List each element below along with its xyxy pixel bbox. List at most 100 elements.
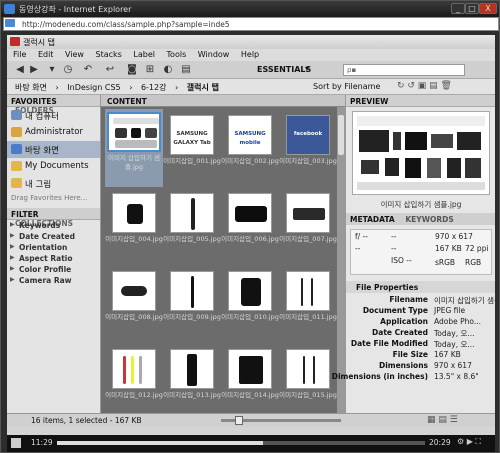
favorite-item[interactable]: Administrator	[7, 124, 100, 141]
filter-item[interactable]: Camera Raw	[7, 275, 100, 286]
preview-caption: 이미지 삽입하기 샘플.jpg	[380, 200, 462, 209]
content-scrollbar[interactable]	[337, 107, 345, 413]
thumbnail-image[interactable]: SAMSUNG GALAXY Tab	[170, 115, 214, 155]
menu-label[interactable]: Label	[133, 50, 155, 59]
open-camera-raw-icon[interactable]: ◐	[161, 64, 175, 76]
thumbnail-image[interactable]	[286, 193, 330, 233]
property-row: Date File Modified Today, 오...	[346, 339, 495, 349]
thumbnail-item[interactable]: 이미지삽입_009.jpg	[163, 265, 221, 343]
menu-stacks[interactable]: Stacks	[96, 50, 122, 59]
menu-view[interactable]: View	[65, 50, 84, 59]
thumbnail-image[interactable]	[228, 271, 272, 311]
thumbnail-image[interactable]	[170, 271, 214, 311]
thumbnail-item[interactable]: 이미지삽입_012.jpg	[105, 343, 163, 421]
maximize-button[interactable]: □	[465, 3, 479, 14]
thumbnail-image[interactable]	[286, 271, 330, 311]
filter-item[interactable]: Aspect Ratio	[7, 253, 100, 264]
thumbnail-image[interactable]	[228, 193, 272, 233]
menu-window[interactable]: Window	[198, 50, 230, 59]
breadcrumb-indesign[interactable]: InDesign CS5	[67, 83, 120, 92]
thumbnail-item[interactable]: 이미지삽입_011.jpg	[279, 265, 337, 343]
menu-edit[interactable]: Edit	[38, 50, 54, 59]
menu-file[interactable]: File	[13, 50, 26, 59]
thumbnail-image[interactable]	[107, 112, 161, 152]
rotate-left-icon[interactable]: ↶	[81, 64, 95, 76]
close-button[interactable]: X	[479, 3, 497, 14]
camera-icon[interactable]: ◙	[125, 64, 139, 76]
seek-bar-progress	[57, 441, 264, 445]
breadcrumb-lesson[interactable]: 6-12강	[141, 83, 167, 92]
favorite-item[interactable]: 내 컴퓨터	[7, 107, 100, 124]
scrollbar-thumb[interactable]	[338, 115, 344, 155]
stop-icon[interactable]	[11, 438, 21, 448]
thumbnail-image[interactable]	[228, 349, 272, 389]
favorite-label: 내 그림	[25, 180, 52, 190]
thumbnail-item[interactable]: 이미지삽입_005.jpg	[163, 187, 221, 265]
content-tab[interactable]: CONTENT	[101, 95, 345, 107]
thumbnail-item[interactable]: 이미지삽입_015.jpg	[279, 343, 337, 421]
minimize-button[interactable]: _	[451, 3, 465, 14]
thumbnail-item[interactable]: 이미지삽입_014.jpg	[221, 343, 279, 421]
player-controls-icons[interactable]: ⚙ ▶ ⛶	[457, 437, 481, 447]
filter-item[interactable]: Color Profile	[7, 264, 100, 275]
thumbnail-item[interactable]: 이미지삽입_013.jpg	[163, 343, 221, 421]
boomerang-icon[interactable]: ↩	[103, 64, 117, 76]
thumbnail-image[interactable]	[170, 193, 214, 233]
menu-tools[interactable]: Tools	[167, 50, 187, 59]
thumbnail-item[interactable]: SAMSUNG mobile 이미지삽입_002.jpg	[221, 109, 279, 187]
breadcrumb-current[interactable]: 갤럭시 탭	[187, 83, 219, 92]
seek-bar[interactable]	[57, 441, 425, 445]
zoom-slider-knob[interactable]	[235, 416, 244, 425]
preview-tab[interactable]: PREVIEW	[346, 95, 495, 107]
thumbnail-filename: 이미지삽입_003.jpg	[279, 157, 337, 165]
thumbnail-image[interactable]	[170, 349, 214, 389]
thumbnail-item[interactable]: 이미지삽입_010.jpg	[221, 265, 279, 343]
property-value: Today, 오...	[434, 340, 475, 349]
address-bar[interactable]: http://modenedu.com/class/sample.php?sam…	[3, 17, 499, 31]
file-properties-header[interactable]: File Properties	[346, 281, 495, 293]
thumbnail-item[interactable]: SAMSUNG GALAXY Tab 이미지삽입_001.jpg	[163, 109, 221, 187]
filter-tab[interactable]: FILTER COLLECTIONS	[7, 208, 100, 228]
thumbnail-item[interactable]: 이미지삽입_008.jpg	[105, 265, 163, 343]
refine-icon[interactable]: ⊞	[143, 64, 157, 76]
filter-item[interactable]: Orientation	[7, 242, 100, 253]
thumbnail-image[interactable]	[112, 193, 156, 233]
thumbnail-item[interactable]: 이미지삽입_004.jpg	[105, 187, 163, 265]
thumbnail-item[interactable]: facebook 이미지삽입_003.jpg	[279, 109, 337, 187]
thumbnail-item[interactable]: 이미지 삽입하기 샘플.jpg	[105, 109, 163, 187]
breadcrumb-desktop[interactable]: 바탕 화면	[15, 83, 47, 92]
thumbnail-image[interactable]	[286, 349, 330, 389]
search-input[interactable]: ρ▪	[343, 64, 465, 76]
workspace-essentials[interactable]: ESSENTIALS	[257, 65, 311, 74]
bridge-title: 갤럭시 탭	[7, 35, 495, 49]
thumbnail-image[interactable]	[112, 349, 156, 389]
view-icons[interactable]: ↻ ↺ ▣ ▤ 🗑	[397, 81, 452, 91]
filter-item[interactable]: Keywords	[7, 220, 100, 231]
property-key: Document Type	[362, 306, 428, 315]
filter-item[interactable]: Date Created	[7, 231, 100, 242]
thumbnail-image[interactable]: facebook	[286, 115, 330, 155]
thumbnail-item[interactable]: 이미지삽입_006.jpg	[221, 187, 279, 265]
favorites-tab[interactable]: FAVORITES FOLDERS	[7, 95, 100, 115]
preview-thumbnail	[357, 116, 485, 190]
folder-up-icon[interactable]: ▾	[45, 64, 59, 76]
thumbnail-image[interactable]	[112, 271, 156, 311]
recent-icon[interactable]: ◷	[61, 64, 75, 76]
menu-help[interactable]: Help	[241, 50, 259, 59]
keywords-tab[interactable]: KEYWORDS	[405, 215, 453, 224]
sort-dropdown[interactable]: Sort by Filename	[313, 82, 380, 91]
favorite-item[interactable]: 내 그림	[7, 175, 100, 192]
output-icon[interactable]: ▤	[179, 64, 193, 76]
workspace-menu-icon[interactable]: ▾	[305, 64, 309, 73]
toolbar: ◀ ▶ ▾ ◷ ↶ ↩ ◙ ⊞ ◐ ▤ ESSENTIALS ▾ ρ▪	[7, 61, 495, 79]
property-row: Dimensions 970 x 617	[346, 361, 495, 371]
preview-image[interactable]	[352, 111, 490, 195]
thumbnail-item[interactable]: 이미지삽입_007.jpg	[279, 187, 337, 265]
thumbnail-image[interactable]: SAMSUNG mobile	[228, 115, 272, 155]
forward-icon[interactable]: ▶	[27, 64, 41, 76]
back-icon[interactable]: ◀	[13, 64, 27, 76]
favorite-item[interactable]: My Documents	[7, 158, 100, 175]
favorite-item[interactable]: 바탕 화면	[7, 141, 100, 158]
view-mode-icons[interactable]: ▦ ▤ ☰	[427, 415, 458, 425]
metadata-tab[interactable]: METADATA	[350, 215, 395, 224]
